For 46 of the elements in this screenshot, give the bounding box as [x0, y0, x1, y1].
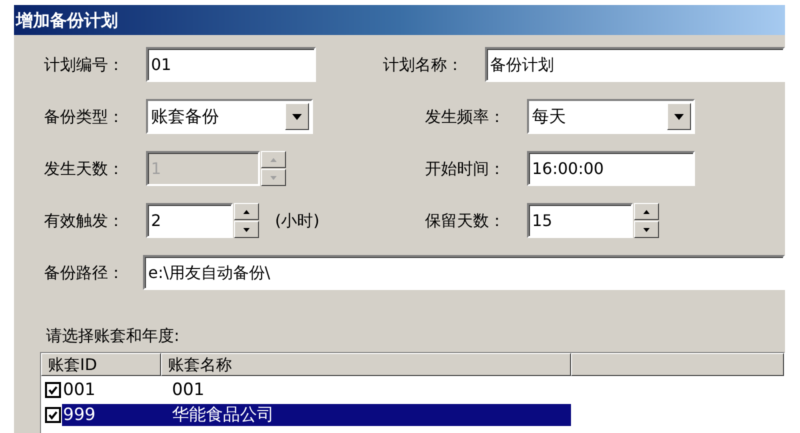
spin-down-button[interactable] — [261, 169, 286, 186]
down-arrow-icon — [243, 228, 250, 232]
field-label: 有效触发： — [44, 210, 125, 232]
dropdown[interactable]: 每天 — [527, 99, 695, 134]
table-cell-text: 华能食品公司 — [171, 404, 274, 426]
list-label: 请选择账套和年度: — [46, 325, 180, 347]
input-field[interactable]: e:\用友自动备份\ — [143, 255, 785, 290]
spin-up-button[interactable] — [234, 203, 259, 220]
field-label: 发生频率： — [425, 106, 506, 128]
up-arrow-icon — [643, 210, 650, 214]
input-field[interactable]: 16:00:00 — [527, 151, 695, 186]
down-arrow-icon — [643, 228, 650, 232]
column-header[interactable]: 账套ID — [41, 353, 161, 376]
spin-up-button[interactable] — [261, 151, 286, 168]
table-cell-text: 001 — [62, 380, 96, 400]
input-field[interactable]: 2 — [146, 203, 233, 238]
field-label: 保留天数： — [425, 210, 506, 232]
down-arrow-icon — [270, 176, 277, 180]
column-header[interactable]: 账套名称 — [161, 353, 571, 376]
spin-down-button[interactable] — [234, 221, 259, 238]
caret-icon — [674, 114, 684, 120]
field-label: 发生天数： — [44, 158, 125, 180]
field-label: 备份路径： — [44, 262, 125, 284]
caret-icon — [292, 114, 302, 120]
field-label: 备份类型： — [44, 106, 125, 128]
input-field[interactable]: 备份计划 — [485, 47, 785, 82]
checkbox[interactable] — [45, 382, 61, 398]
field-label: 计划名称： — [383, 54, 464, 76]
table-cell-text: 999 — [62, 404, 96, 424]
field-label: 开始时间： — [425, 158, 506, 180]
window-title: 增加备份计划 — [16, 10, 118, 32]
spin-up-button[interactable] — [634, 203, 659, 220]
checkmark-icon — [47, 408, 59, 420]
dropdown[interactable]: 账套备份 — [146, 99, 313, 134]
up-arrow-icon — [270, 158, 277, 162]
table-row[interactable]: 999 华能食品公司 — [62, 404, 571, 426]
checkbox[interactable] — [45, 406, 61, 422]
spin-down-button[interactable] — [634, 221, 659, 238]
input-field[interactable]: 01 — [146, 47, 316, 82]
unit-label: (小时) — [275, 210, 320, 232]
table-row[interactable]: 001 001 — [62, 378, 571, 400]
input-field[interactable]: 15 — [527, 203, 633, 238]
field-label: 计划编号： — [44, 54, 125, 76]
checkmark-icon — [47, 384, 59, 396]
table-cell-text: 001 — [171, 380, 204, 400]
up-arrow-icon — [243, 210, 250, 214]
